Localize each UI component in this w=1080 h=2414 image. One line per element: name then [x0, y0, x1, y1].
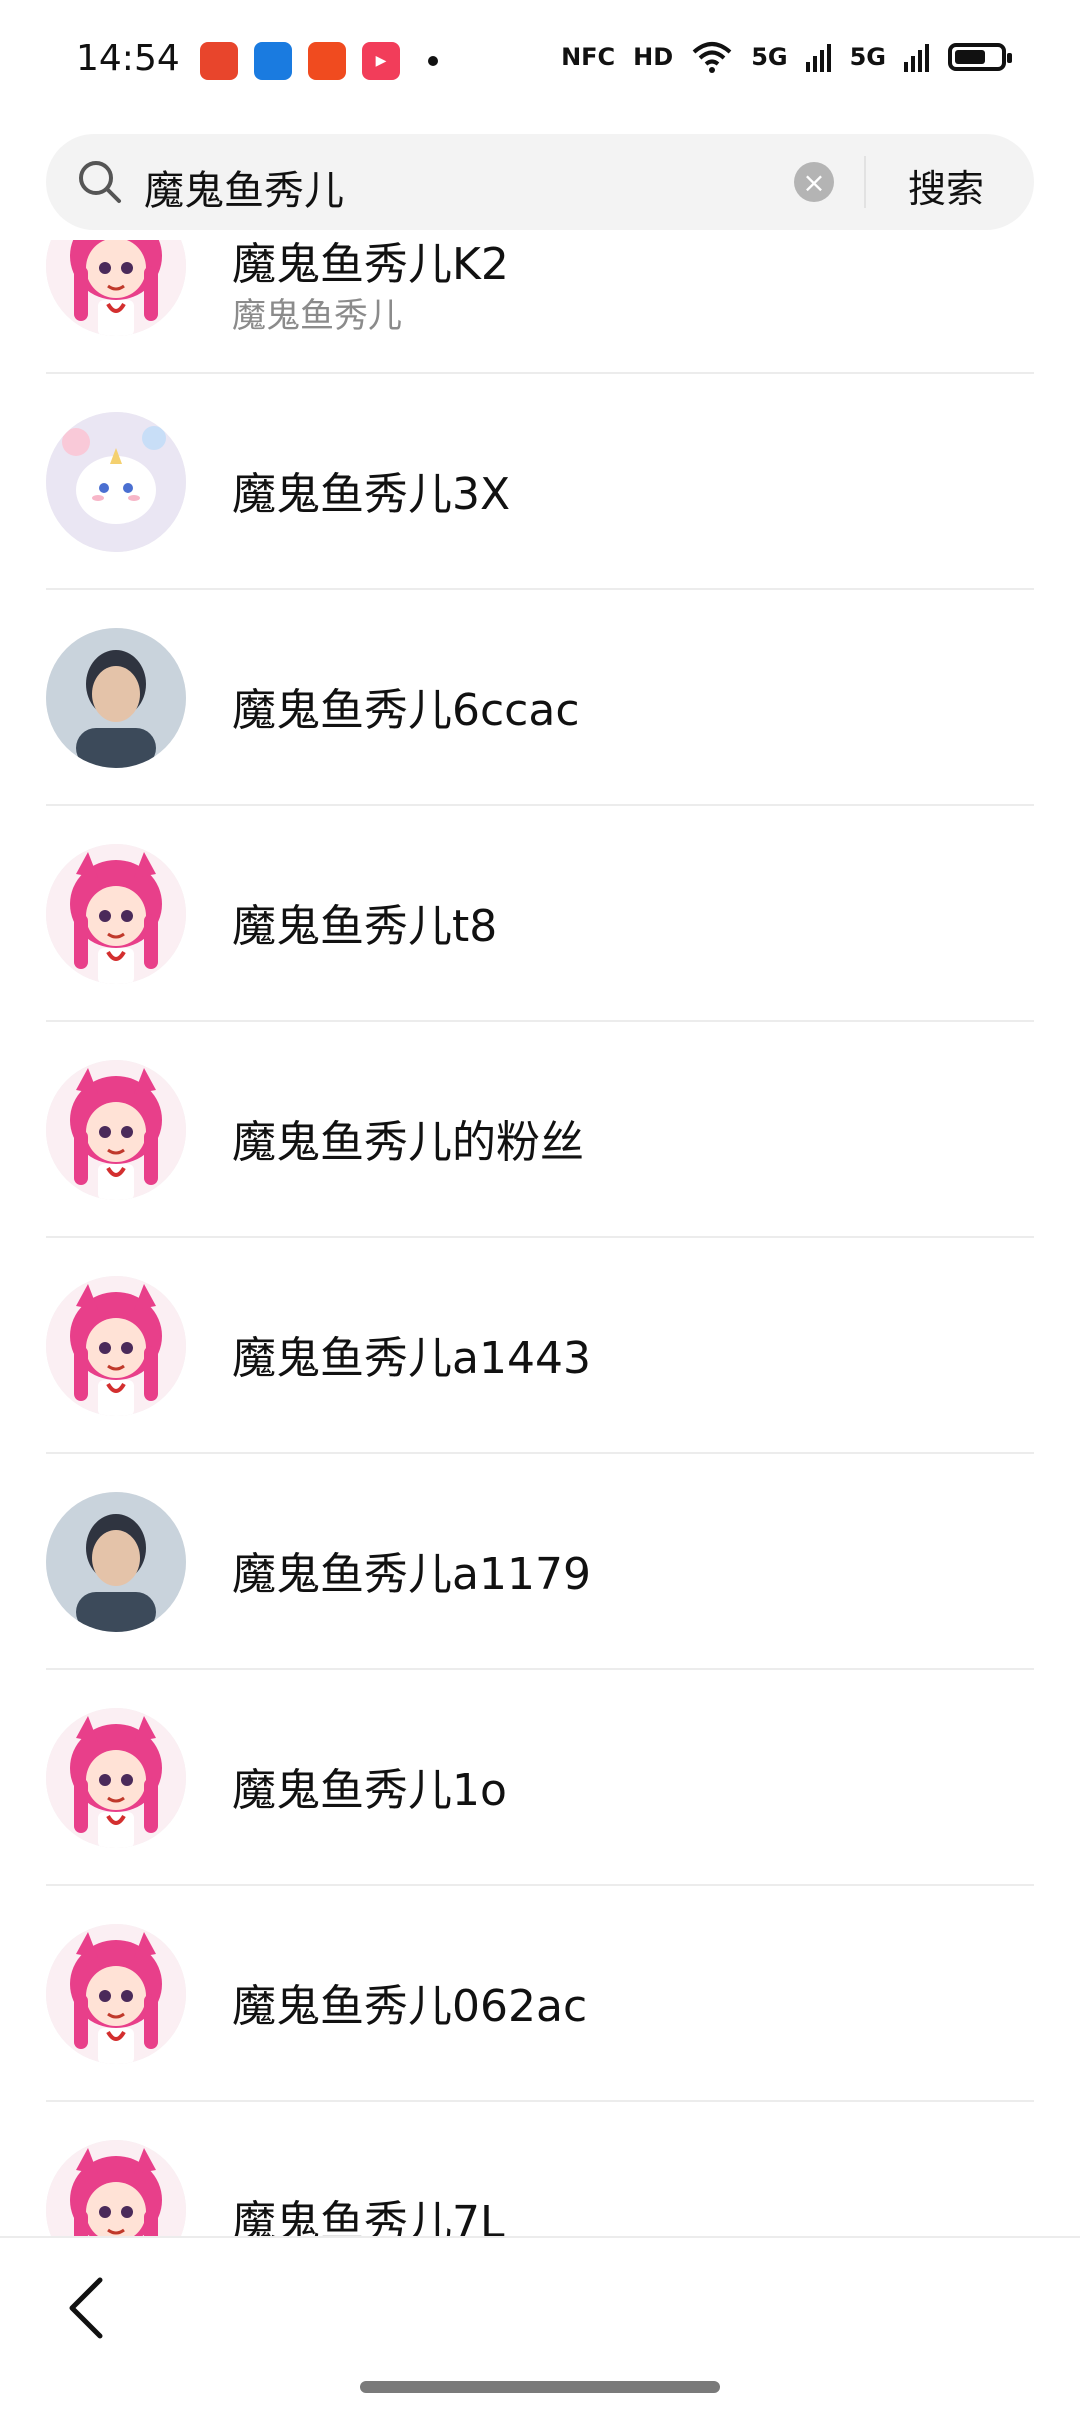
home-indicator[interactable] [360, 2381, 720, 2393]
user-name: 魔鬼鱼秀儿K2 [232, 240, 509, 290]
user-name: 魔鬼鱼秀儿t8 [232, 901, 498, 952]
avatar [46, 844, 186, 984]
list-item[interactable]: 魔鬼鱼秀儿K2 魔鬼鱼秀儿 [0, 240, 1080, 374]
user-name: 魔鬼鱼秀儿1o [232, 1765, 507, 1816]
play-app-icon: ▶ [362, 42, 400, 80]
list-item[interactable]: 魔鬼鱼秀儿t8 [0, 806, 1080, 1022]
search-input[interactable]: 魔鬼鱼秀儿 [144, 158, 344, 216]
clear-circle-icon[interactable]: × [794, 162, 834, 202]
more-notifications-dot [428, 56, 438, 66]
list-item[interactable]: 魔鬼鱼秀儿7L [0, 2102, 1080, 2236]
search-bar[interactable]: 魔鬼鱼秀儿 × 搜索 [46, 134, 1034, 230]
status-bar: 14:54 ▶ NFC HD 5G 5G [0, 0, 1080, 124]
list-item[interactable]: 魔鬼鱼秀儿1o [0, 1670, 1080, 1886]
list-item[interactable]: 魔鬼鱼秀儿062ac [0, 1886, 1080, 2102]
user-name: 魔鬼鱼秀儿062ac [232, 1981, 588, 2032]
avatar [46, 240, 186, 336]
status-indicators: NFC HD 5G 5G [561, 40, 1012, 74]
avatar [46, 1924, 186, 2064]
list-item[interactable]: 魔鬼鱼秀儿a1179 [0, 1454, 1080, 1670]
signal-5g-icon: 5G [751, 43, 788, 71]
list-item[interactable]: 魔鬼鱼秀儿3X [0, 374, 1080, 590]
chevron-left-icon[interactable] [60, 2268, 120, 2348]
avatar [46, 1276, 186, 1416]
bottom-navigation [0, 2236, 1080, 2414]
search-results-list: 魔鬼鱼秀儿K2 魔鬼鱼秀儿 魔鬼鱼秀儿3X 魔鬼鱼秀儿6ccac 魔鬼鱼秀儿t8 [0, 240, 1080, 2236]
search-divider [864, 156, 866, 208]
list-item[interactable]: 魔鬼鱼秀儿的粉丝 [0, 1022, 1080, 1238]
avatar [46, 1492, 186, 1632]
search-icon [79, 161, 121, 203]
status-time: 14:54 [76, 38, 180, 79]
avatar [46, 1708, 186, 1848]
user-name: 魔鬼鱼秀儿a1179 [232, 1549, 591, 1600]
user-name: 魔鬼鱼秀儿7L [232, 2197, 505, 2236]
list-item[interactable]: 魔鬼鱼秀儿6ccac [0, 590, 1080, 806]
signal-5g-icon: 5G [849, 43, 886, 71]
avatar [46, 2140, 186, 2236]
wifi-icon [692, 42, 732, 73]
avatar [46, 1060, 186, 1200]
avatar [46, 412, 186, 552]
signal-bars-icon [805, 44, 831, 72]
user-subtitle: 魔鬼鱼秀儿 [232, 296, 402, 336]
search-button[interactable]: 搜索 [908, 158, 984, 213]
status-app-icons: ▶ [200, 42, 438, 80]
hd-icon: HD [633, 43, 674, 71]
avatar [46, 628, 186, 768]
user-name: 魔鬼鱼秀儿3X [232, 469, 511, 520]
signal-bars-icon [904, 44, 929, 72]
list-item[interactable]: 魔鬼鱼秀儿a1443 [0, 1238, 1080, 1454]
app-notification-icon [308, 42, 346, 80]
user-name: 魔鬼鱼秀儿的粉丝 [232, 1117, 584, 1168]
app-notification-icon [254, 42, 292, 80]
nfc-icon: NFC [561, 43, 616, 71]
user-name: 魔鬼鱼秀儿a1443 [232, 1333, 591, 1384]
app-notification-icon [200, 42, 238, 80]
battery-icon [948, 43, 1012, 71]
user-name: 魔鬼鱼秀儿6ccac [232, 685, 580, 736]
